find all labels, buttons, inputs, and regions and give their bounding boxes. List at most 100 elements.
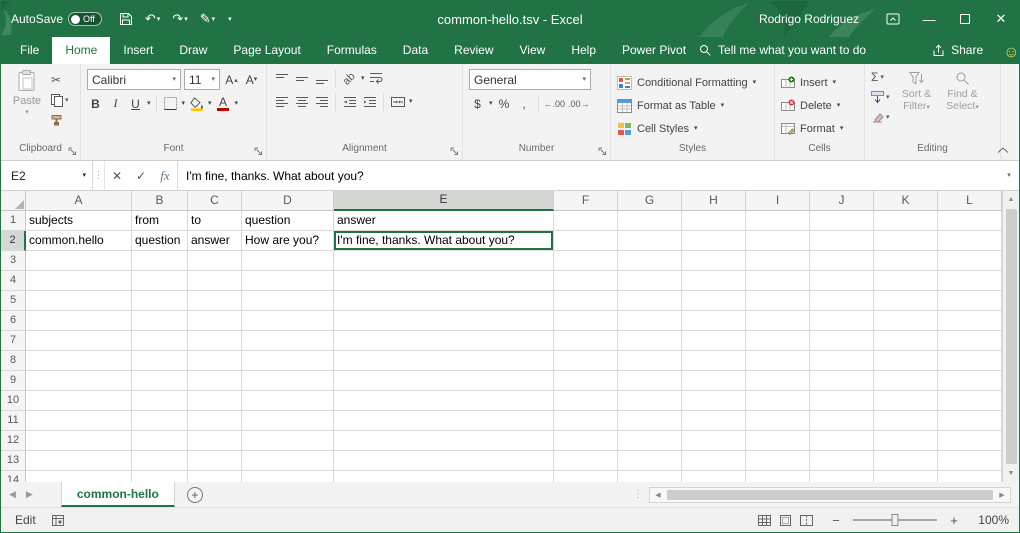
- cell-A2[interactable]: common.hello: [26, 231, 132, 251]
- cell-D11[interactable]: [242, 411, 334, 431]
- cell-H11[interactable]: [682, 411, 746, 431]
- font-size-combo[interactable]: 11▾: [184, 69, 220, 90]
- cell-E13[interactable]: [334, 451, 554, 471]
- cell-B13[interactable]: [132, 451, 188, 471]
- cell-B2[interactable]: question: [132, 231, 188, 251]
- row-header-7[interactable]: 7: [1, 331, 26, 351]
- align-right-button[interactable]: [313, 92, 330, 111]
- new-sheet-button[interactable]: +: [187, 487, 203, 503]
- cell-styles-button[interactable]: Cell Styles ▾: [617, 118, 756, 140]
- cell-I2[interactable]: [746, 231, 810, 251]
- cell-J6[interactable]: [810, 311, 874, 331]
- column-header-G[interactable]: G: [618, 191, 682, 211]
- cell-A3[interactable]: [26, 251, 132, 271]
- scroll-down-button[interactable]: ▼: [1003, 465, 1019, 482]
- ribbon-tab-help[interactable]: Help: [558, 37, 609, 64]
- cell-J8[interactable]: [810, 351, 874, 371]
- align-bottom-button[interactable]: [313, 69, 330, 88]
- cell-B10[interactable]: [132, 391, 188, 411]
- horizontal-scrollbar[interactable]: ◀ ▶: [649, 487, 1011, 503]
- column-header-L[interactable]: L: [938, 191, 1002, 211]
- cell-D10[interactable]: [242, 391, 334, 411]
- cancel-entry-button[interactable]: ✕: [105, 161, 129, 190]
- percent-style-button[interactable]: %: [496, 94, 513, 113]
- cell-K1[interactable]: [874, 211, 938, 231]
- cell-A4[interactable]: [26, 271, 132, 291]
- scroll-right-button[interactable]: ▶: [994, 491, 1010, 499]
- cell-L13[interactable]: [938, 451, 1002, 471]
- row-header-3[interactable]: 3: [1, 251, 26, 271]
- cell-C13[interactable]: [188, 451, 242, 471]
- cell-C7[interactable]: [188, 331, 242, 351]
- cell-A13[interactable]: [26, 451, 132, 471]
- column-header-H[interactable]: H: [682, 191, 746, 211]
- column-header-F[interactable]: F: [554, 191, 618, 211]
- cell-H2[interactable]: [682, 231, 746, 251]
- cell-C3[interactable]: [188, 251, 242, 271]
- cell-I9[interactable]: [746, 371, 810, 391]
- cell-A12[interactable]: [26, 431, 132, 451]
- cell-H6[interactable]: [682, 311, 746, 331]
- cell-F6[interactable]: [554, 311, 618, 331]
- ribbon-tab-power-pivot[interactable]: Power Pivot: [609, 37, 699, 64]
- next-sheet-button[interactable]: ▶: [18, 489, 41, 500]
- name-box[interactable]: E2 ▾: [1, 161, 93, 190]
- cell-H1[interactable]: [682, 211, 746, 231]
- vertical-scrollbar[interactable]: ▲ ▼: [1002, 191, 1019, 482]
- cell-H13[interactable]: [682, 451, 746, 471]
- cell-E12[interactable]: [334, 431, 554, 451]
- cell-J1[interactable]: [810, 211, 874, 231]
- cell-A10[interactable]: [26, 391, 132, 411]
- cell-A5[interactable]: [26, 291, 132, 311]
- cell-C12[interactable]: [188, 431, 242, 451]
- ribbon-tab-page-layout[interactable]: Page Layout: [220, 37, 313, 64]
- cell-E2[interactable]: I'm fine, thanks. What about you?: [334, 231, 554, 251]
- cell-D8[interactable]: [242, 351, 334, 371]
- cell-L2[interactable]: [938, 231, 1002, 251]
- cell-G7[interactable]: [618, 331, 682, 351]
- cell-I14[interactable]: [746, 471, 810, 482]
- normal-view-button[interactable]: [758, 515, 771, 526]
- cell-K7[interactable]: [874, 331, 938, 351]
- clipboard-dialog-launcher[interactable]: [68, 147, 77, 156]
- feedback-smiley-icon[interactable]: ☺: [1003, 45, 1019, 61]
- cell-L9[interactable]: [938, 371, 1002, 391]
- cell-G10[interactable]: [618, 391, 682, 411]
- cell-C10[interactable]: [188, 391, 242, 411]
- cell-D7[interactable]: [242, 331, 334, 351]
- cell-F10[interactable]: [554, 391, 618, 411]
- cell-A1[interactable]: subjects: [26, 211, 132, 231]
- clear-button[interactable]: ▾: [871, 109, 890, 125]
- cell-L1[interactable]: [938, 211, 1002, 231]
- cell-J5[interactable]: [810, 291, 874, 311]
- cell-F1[interactable]: [554, 211, 618, 231]
- cell-E8[interactable]: [334, 351, 554, 371]
- vertical-scrollbar-thumb[interactable]: [1006, 209, 1017, 464]
- enter-entry-button[interactable]: ✓: [129, 161, 153, 190]
- cell-H12[interactable]: [682, 431, 746, 451]
- ribbon-tab-review[interactable]: Review: [441, 37, 506, 64]
- zoom-slider[interactable]: [853, 513, 937, 527]
- cell-L6[interactable]: [938, 311, 1002, 331]
- cell-C11[interactable]: [188, 411, 242, 431]
- ribbon-tab-insert[interactable]: Insert: [110, 37, 166, 64]
- cell-J3[interactable]: [810, 251, 874, 271]
- cell-D9[interactable]: [242, 371, 334, 391]
- cell-C2[interactable]: answer: [188, 231, 242, 251]
- cell-F11[interactable]: [554, 411, 618, 431]
- cell-G5[interactable]: [618, 291, 682, 311]
- ribbon-tab-home[interactable]: Home: [52, 37, 110, 64]
- zoom-thumb[interactable]: [892, 514, 899, 526]
- cell-J14[interactable]: [810, 471, 874, 482]
- cell-F5[interactable]: [554, 291, 618, 311]
- cell-A6[interactable]: [26, 311, 132, 331]
- cell-D4[interactable]: [242, 271, 334, 291]
- conditional-formatting-button[interactable]: Conditional Formatting ▾: [617, 72, 756, 94]
- column-header-K[interactable]: K: [874, 191, 938, 211]
- ink-pen-button[interactable]: ✎▾: [195, 8, 220, 30]
- cell-A8[interactable]: [26, 351, 132, 371]
- cell-D6[interactable]: [242, 311, 334, 331]
- share-button[interactable]: Share: [932, 43, 983, 64]
- zoom-level[interactable]: 100%: [971, 513, 1009, 527]
- column-header-E[interactable]: E: [334, 191, 554, 211]
